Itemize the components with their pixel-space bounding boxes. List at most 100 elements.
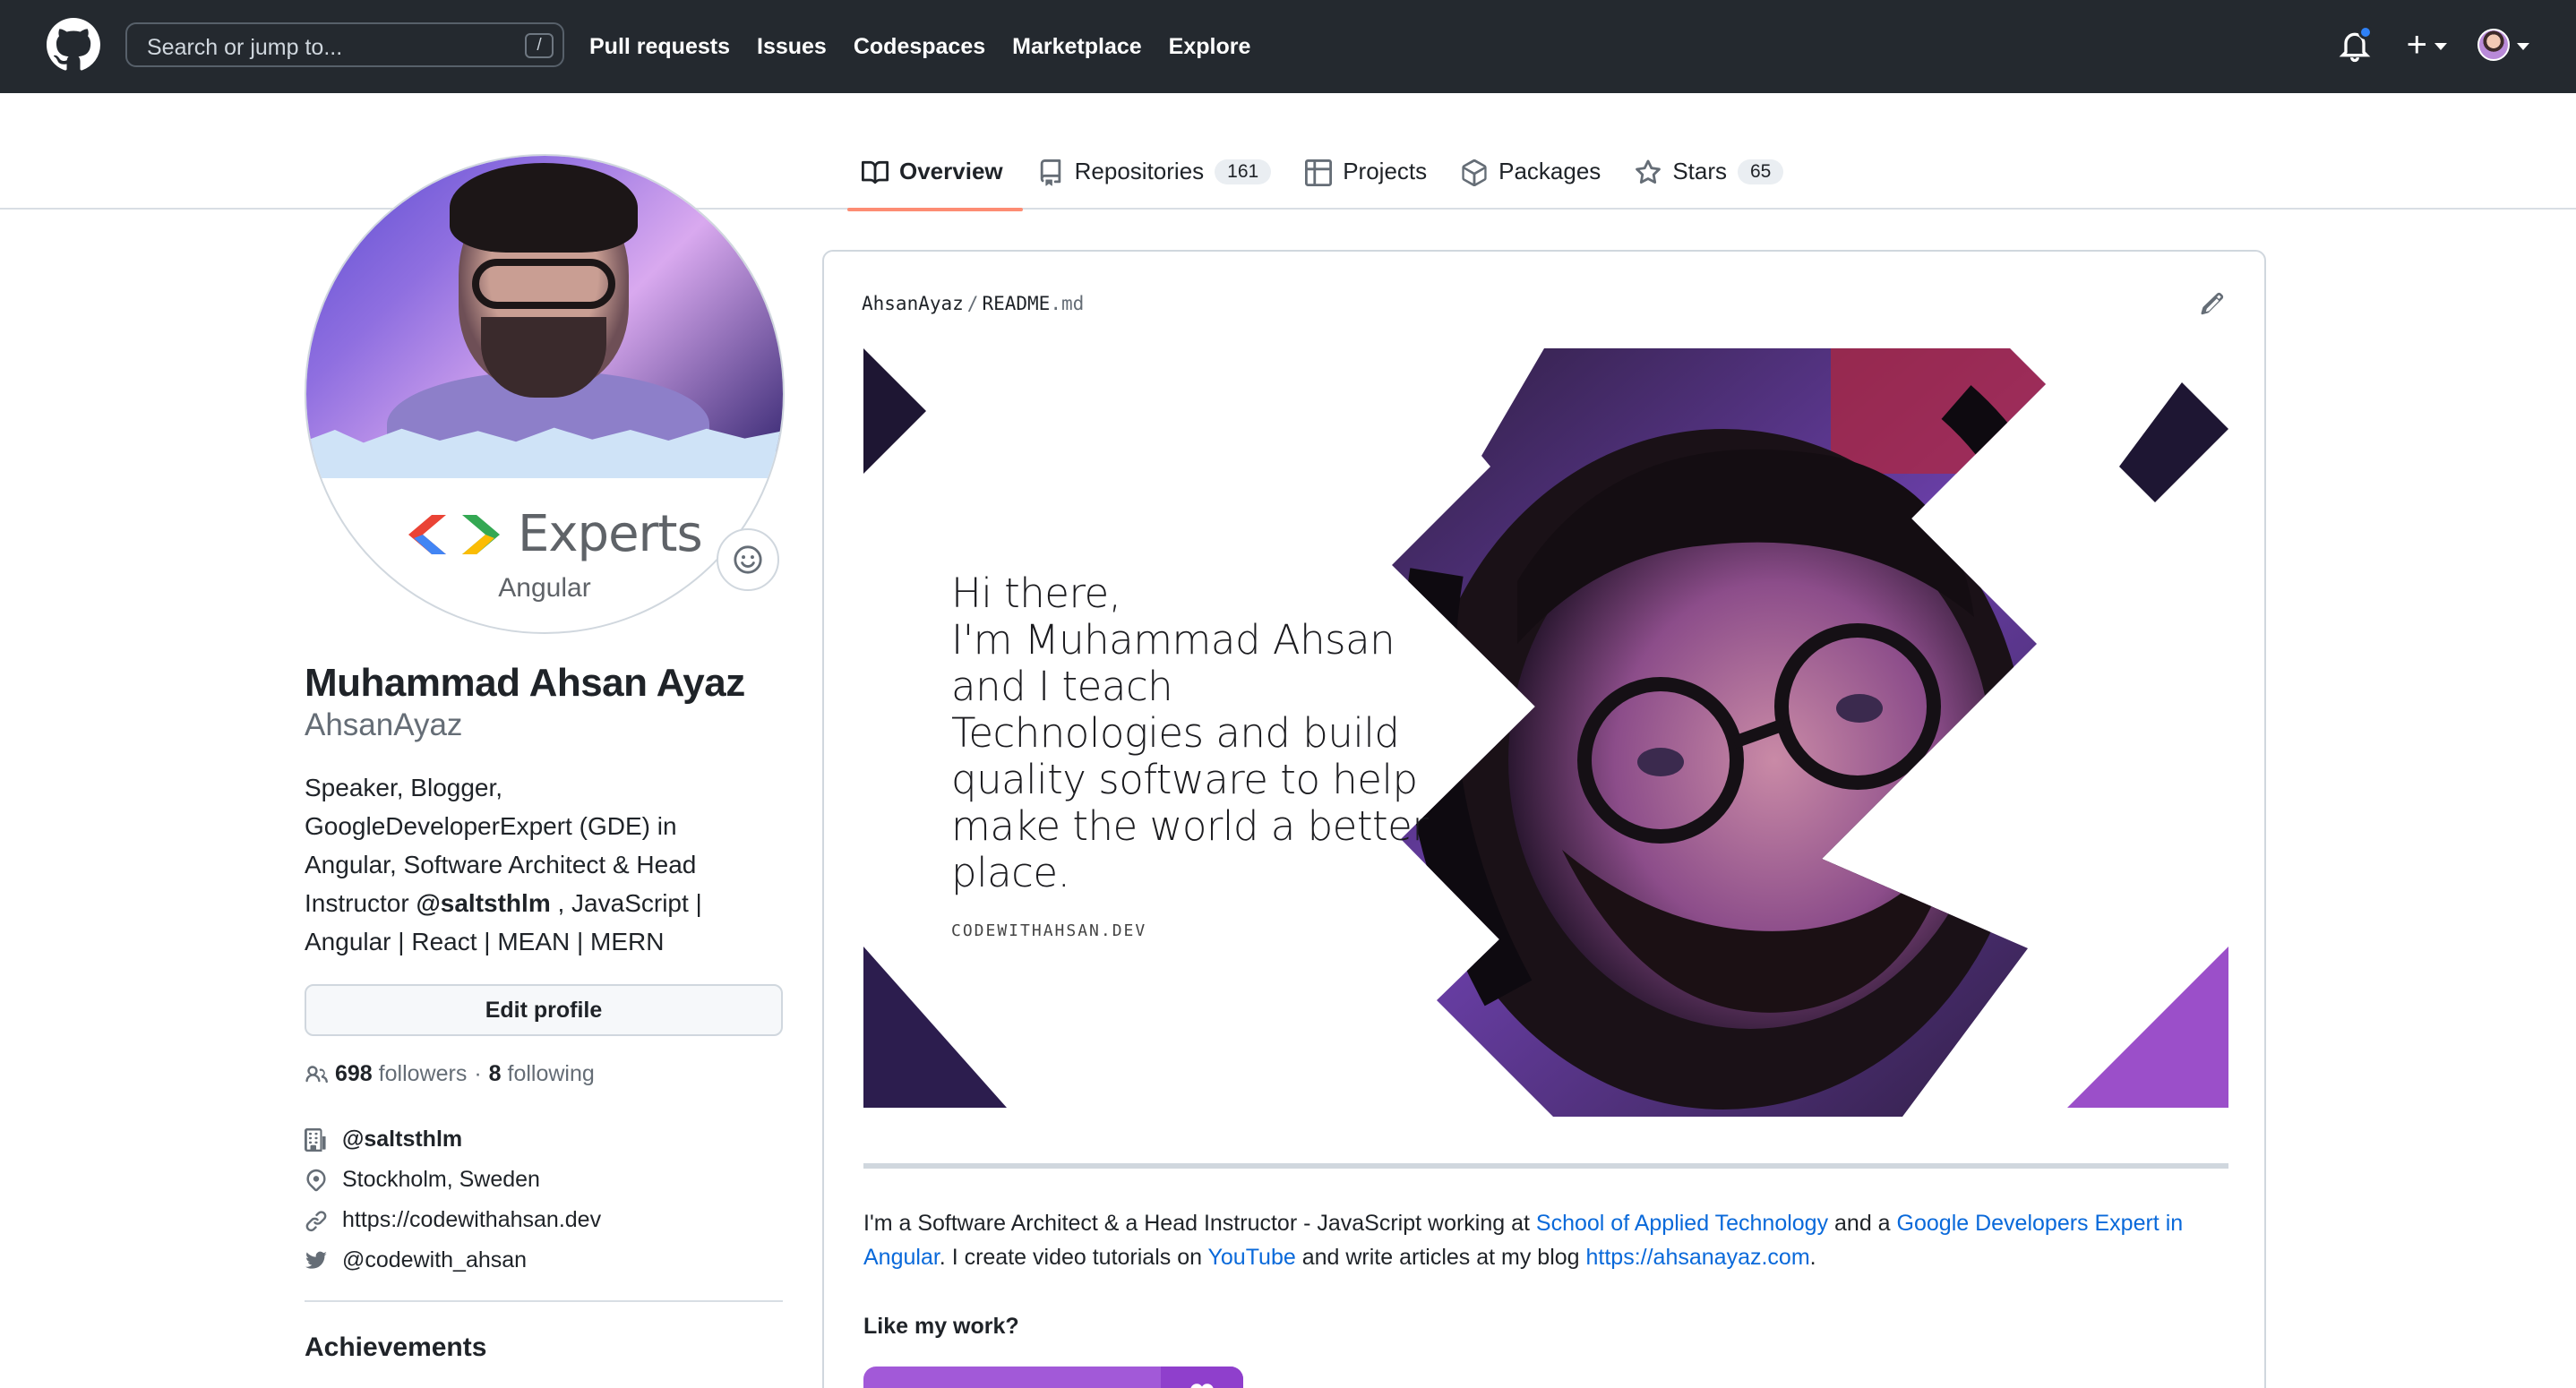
- package-icon: [1462, 159, 1487, 186]
- search-shortcut-key: /: [525, 33, 554, 58]
- banner-headline: Hi there, I'm Muhammad Ahsan and I teach…: [951, 570, 1429, 896]
- nav-issues[interactable]: Issues: [757, 34, 827, 60]
- twitter-icon: [305, 1251, 327, 1269]
- following-link[interactable]: 8 following: [489, 1061, 595, 1087]
- banner-line-6: make the world a better: [951, 802, 1429, 850]
- tab-packages-label: Packages: [1498, 158, 1601, 184]
- banner-portrait-photo: [1392, 348, 2046, 1117]
- stars-count-badge: 65: [1738, 159, 1784, 184]
- avatar: [2477, 29, 2510, 61]
- banner-line-1: Hi there,: [951, 570, 1121, 617]
- angular-word: Angular: [498, 573, 591, 603]
- tab-repositories[interactable]: Repositories 161: [1023, 145, 1292, 210]
- achievements-heading: Achievements: [305, 1332, 487, 1362]
- website-link[interactable]: https://codewithahsan.dev: [342, 1207, 601, 1233]
- tab-projects-label: Projects: [1343, 158, 1428, 184]
- avatar-photo: [306, 156, 783, 478]
- banner-line-5: quality software to help: [951, 756, 1418, 803]
- readme-file-ext: .md: [1050, 293, 1085, 314]
- smiley-icon: [734, 545, 762, 574]
- readme-card: AhsanAyaz / README.md Hi there, I'm Muha…: [822, 250, 2266, 1388]
- gde-experts-badge: Experts: [407, 505, 703, 563]
- readme-breadcrumb: AhsanAyaz / README.md: [862, 293, 1084, 314]
- create-new-button[interactable]: +: [2407, 27, 2447, 63]
- set-status-button[interactable]: [717, 528, 779, 591]
- breadcrumb-separator: /: [966, 293, 979, 314]
- user-menu-button[interactable]: [2477, 29, 2529, 61]
- detail-organization: @saltsthlm: [305, 1119, 788, 1160]
- repo-icon: [1040, 159, 1060, 186]
- nav-marketplace[interactable]: Marketplace: [1012, 34, 1142, 60]
- tab-overview[interactable]: Overview: [847, 145, 1023, 211]
- github-logo-icon[interactable]: [47, 18, 100, 72]
- bio-mention-link[interactable]: @saltsthlm: [416, 889, 550, 917]
- caret-down-icon: [2517, 43, 2529, 50]
- tab-projects[interactable]: Projects: [1291, 145, 1447, 210]
- readme-banner-image: Hi there, I'm Muhammad Ahsan and I teach…: [863, 348, 2228, 1117]
- nav-explore[interactable]: Explore: [1169, 34, 1251, 60]
- profile-username: AhsanAyaz: [305, 707, 463, 742]
- edit-readme-pencil-icon[interactable]: [2200, 291, 2225, 316]
- location-text: Stockholm, Sweden: [342, 1167, 540, 1192]
- about-text-3: . I create video tutorials on: [939, 1245, 1208, 1270]
- readme-owner-link[interactable]: AhsanAyaz: [862, 293, 964, 314]
- banner-triangle-bottom-left: [863, 947, 1007, 1108]
- youtube-link[interactable]: YouTube: [1208, 1245, 1296, 1270]
- following-label: following: [507, 1061, 595, 1086]
- readme-about-paragraph: I'm a Software Architect & a Head Instru…: [863, 1206, 2234, 1274]
- school-of-applied-technology-link[interactable]: School of Applied Technology: [1536, 1211, 1828, 1236]
- edit-profile-button[interactable]: Edit profile: [305, 984, 783, 1036]
- organization-link[interactable]: @saltsthlm: [342, 1127, 462, 1152]
- tab-packages[interactable]: Packages: [1447, 145, 1620, 210]
- notifications-button[interactable]: [2337, 25, 2376, 64]
- readme-file-name: README: [982, 293, 1051, 314]
- experts-word: Experts: [518, 505, 703, 563]
- banner-triangle-top: [863, 348, 926, 474]
- profile-avatar[interactable]: Experts Angular: [305, 154, 785, 634]
- support-button[interactable]: [863, 1367, 1243, 1388]
- banner-line-7: place.: [951, 849, 1070, 896]
- tab-overview-label: Overview: [899, 158, 1003, 184]
- global-nav: Pull requests Issues Codespaces Marketpl…: [589, 0, 1250, 93]
- follow-stats: 698 followers · 8 following: [305, 1061, 788, 1087]
- location-icon: [306, 1169, 326, 1191]
- about-text-5: .: [1809, 1245, 1816, 1270]
- nav-pull-requests[interactable]: Pull requests: [589, 34, 730, 60]
- tab-stars[interactable]: Stars 65: [1620, 145, 1803, 210]
- blog-link[interactable]: https://ahsanayaz.com: [1586, 1245, 1810, 1270]
- readme-rule: [863, 1163, 2228, 1169]
- separator-dot: ·: [474, 1061, 482, 1086]
- detail-location: Stockholm, Sweden: [305, 1160, 788, 1200]
- table-icon: [1305, 159, 1333, 186]
- search-input[interactable]: Search or jump to... /: [125, 22, 564, 67]
- gde-chevrons-icon: [408, 514, 500, 554]
- readme-file-link[interactable]: README.md: [982, 293, 1084, 314]
- twitter-link[interactable]: @codewith_ahsan: [342, 1247, 527, 1273]
- repositories-count-badge: 161: [1215, 159, 1272, 184]
- plus-icon: +: [2406, 25, 2427, 64]
- header-actions: +: [2337, 25, 2529, 64]
- search-placeholder: Search or jump to...: [147, 35, 343, 60]
- followers-count: 698: [335, 1061, 373, 1086]
- profile-full-name: Muhammad Ahsan Ayaz: [305, 661, 745, 705]
- organization-icon: [305, 1127, 326, 1152]
- tab-stars-label: Stars: [1672, 158, 1727, 184]
- about-text-1: I'm a Software Architect & a Head Instru…: [863, 1211, 1536, 1236]
- about-text-4: and write articles at my blog: [1295, 1245, 1586, 1270]
- global-header: Search or jump to... / Pull requests Iss…: [0, 0, 2576, 93]
- banner-line-2: I'm Muhammad Ahsan: [951, 616, 1395, 664]
- heart-icon: [1161, 1367, 1243, 1388]
- sidebar-divider: [305, 1300, 783, 1302]
- detail-twitter: @codewith_ahsan: [305, 1240, 788, 1281]
- people-icon: [305, 1065, 328, 1083]
- followers-label: followers: [378, 1061, 468, 1086]
- tab-repositories-label: Repositories: [1074, 158, 1205, 184]
- following-count: 8: [488, 1061, 502, 1086]
- followers-link[interactable]: 698 followers: [335, 1061, 467, 1087]
- banner-line-4: Technologies and build: [951, 709, 1400, 757]
- nav-codespaces[interactable]: Codespaces: [854, 34, 985, 60]
- banner-line-3: and I teach: [951, 663, 1173, 710]
- notification-dot: [2357, 25, 2373, 39]
- book-icon: [862, 160, 889, 184]
- like-my-work-heading: Like my work?: [863, 1314, 1019, 1339]
